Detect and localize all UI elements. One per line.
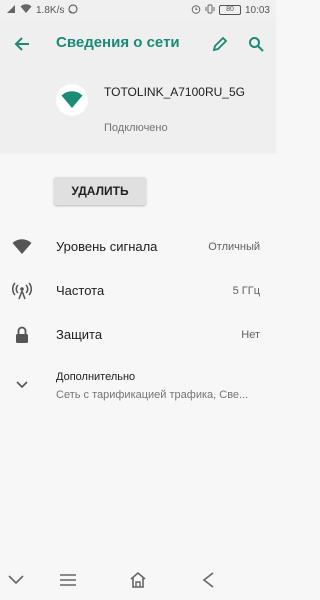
status-bar-right: 80 10:03 (191, 4, 270, 17)
app-bar: Сведения о сети (0, 20, 276, 68)
security-row: Защита Нет (0, 313, 276, 357)
security-value: Нет (241, 329, 260, 341)
alarm-icon (191, 4, 201, 17)
signal-strength-value: Отличный (208, 241, 260, 253)
wifi-signal-icon (12, 237, 32, 257)
back-arrow-icon[interactable] (10, 32, 34, 56)
page-title: Сведения о сети (56, 34, 180, 51)
vibrate-icon (205, 4, 215, 17)
battery-icon: 80 (218, 5, 241, 15)
wifi-avatar (56, 84, 88, 116)
network-header: TOTOLINK_A7100RU_5G Подключено (0, 68, 276, 154)
search-icon[interactable] (244, 32, 268, 56)
status-bar-left: 1.8K/s (6, 3, 78, 17)
antenna-icon (12, 281, 32, 301)
home-icon[interactable] (126, 568, 150, 592)
edit-pencil-icon[interactable] (208, 32, 232, 56)
signal-strength-row: Уровень сигнала Отличный (0, 225, 276, 269)
frequency-row: Частота 5 ГГц (0, 269, 276, 313)
chevron-down-icon (12, 375, 32, 395)
network-name: TOTOLINK_A7100RU_5G (104, 85, 245, 99)
network-speed: 1.8K/s (36, 4, 65, 16)
wifi-icon (61, 91, 83, 108)
advanced-row[interactable]: Дополнительно Сеть с тарификацией трафик… (0, 363, 276, 407)
security-label: Защита (56, 327, 103, 342)
delete-network-button[interactable]: УДАЛИТЬ (54, 177, 146, 205)
menu-icon[interactable] (56, 568, 80, 592)
hide-nav-chevron-icon[interactable] (4, 568, 28, 592)
network-status: Подключено (104, 122, 168, 134)
status-bar: 1.8K/s 80 10:03 (0, 0, 276, 20)
signal-icon (6, 4, 16, 17)
signal-strength-label: Уровень сигнала (56, 239, 158, 254)
frequency-label: Частота (56, 283, 105, 298)
navigation-bar (0, 560, 276, 600)
clock: 10:03 (244, 4, 270, 16)
wifi-status-icon (20, 3, 32, 17)
frequency-value: 5 ГГц (232, 285, 260, 297)
advanced-summary: Сеть с тарификацией трафика, Све... (56, 389, 249, 401)
whatsapp-icon (68, 3, 78, 17)
advanced-label: Дополнительно (56, 371, 136, 383)
lock-icon (12, 325, 32, 345)
back-icon[interactable] (196, 568, 220, 592)
